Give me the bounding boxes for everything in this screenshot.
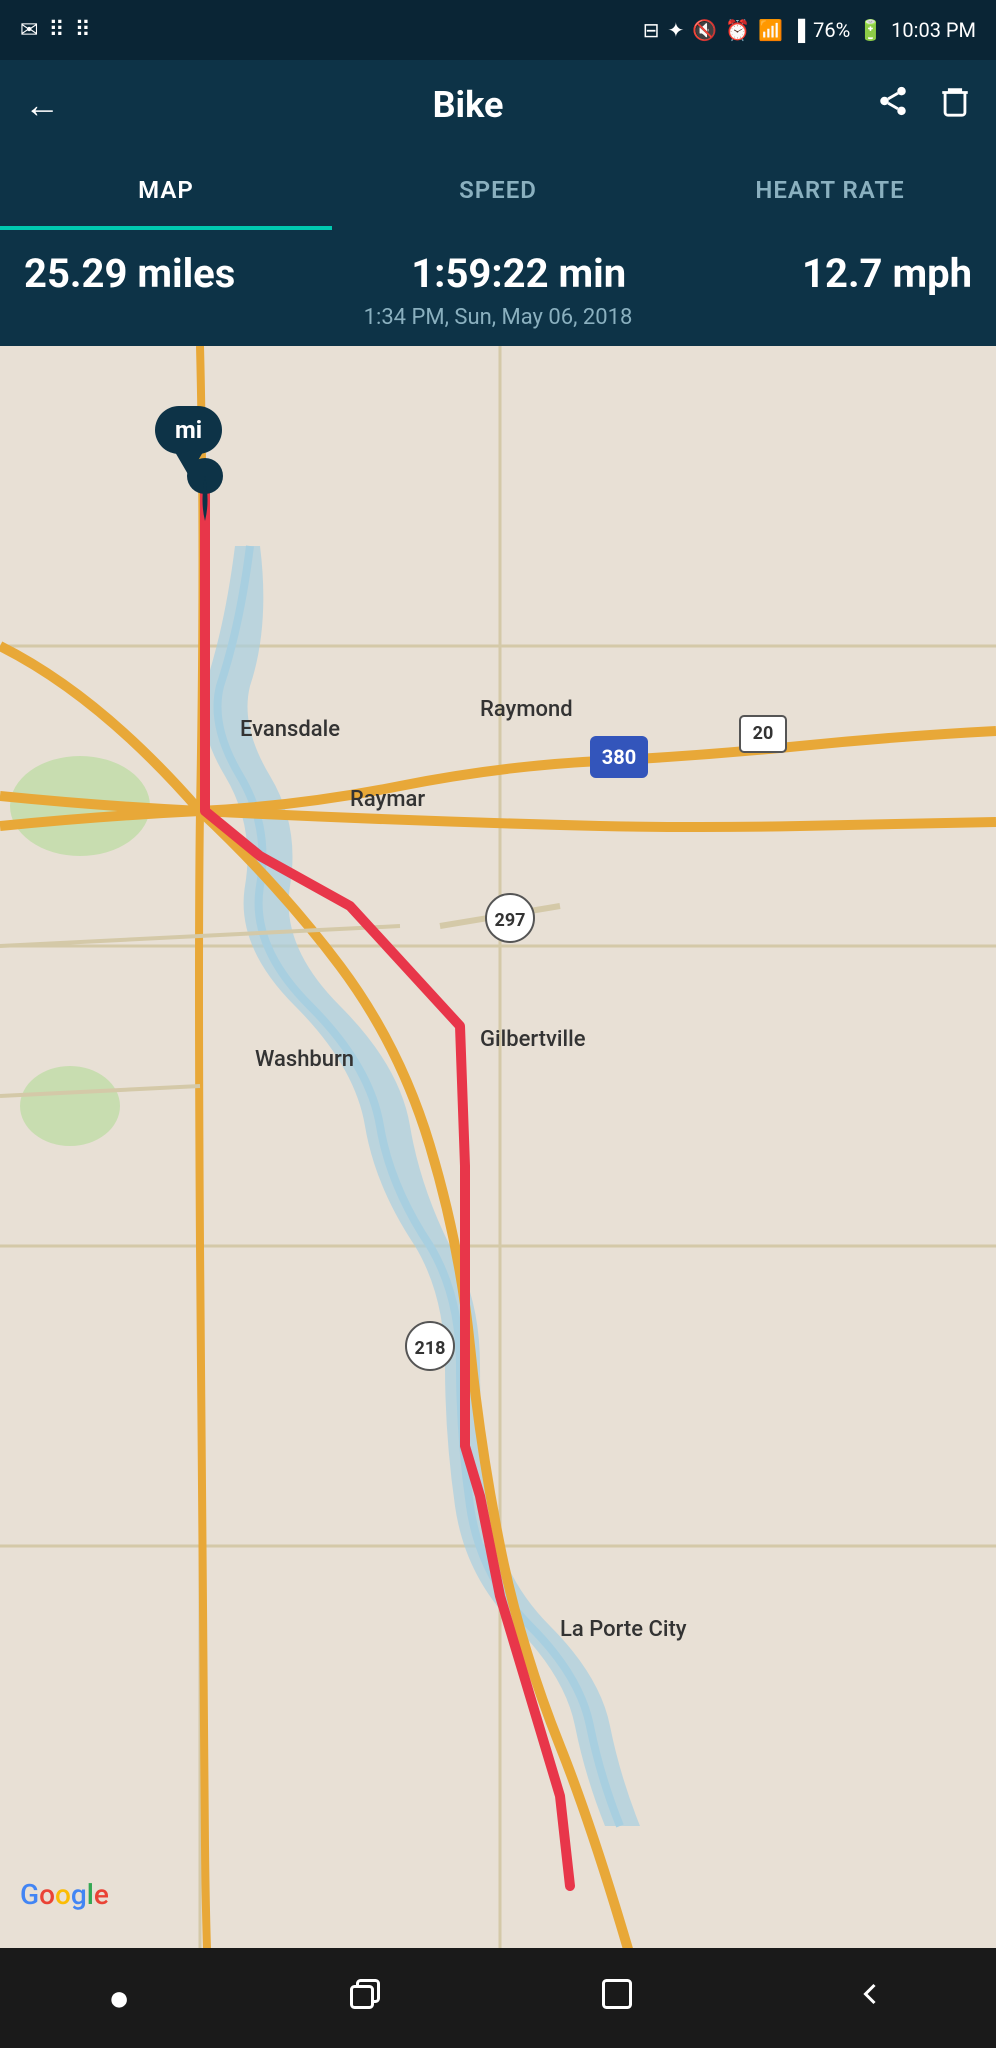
sd-icon: ⊟ — [643, 18, 660, 42]
map-svg: 380 297 218 20 Evansdale Raymond Raymar … — [0, 346, 996, 2026]
marker-label: mi — [155, 406, 222, 454]
time-display: 10:03 PM — [891, 18, 976, 42]
header: ← Bike — [0, 60, 996, 150]
status-left-icons: ✉ ⠿ ⠿ — [20, 18, 91, 43]
tab-heart-rate[interactable]: HEART RATE — [664, 150, 996, 230]
back-nav-button[interactable] — [852, 1976, 888, 2021]
stat-duration: 1:59:22 min — [411, 250, 626, 297]
nav-bar: ● — [0, 1948, 996, 2048]
svg-text:380: 380 — [602, 745, 636, 769]
grid-icon: ⠿ — [48, 18, 64, 43]
back-button[interactable]: ← — [24, 84, 60, 126]
svg-text:Raymar: Raymar — [350, 787, 425, 812]
circle-nav-button[interactable]: ● — [108, 1977, 130, 2019]
tab-map[interactable]: MAP — [0, 150, 332, 230]
header-actions — [876, 84, 972, 126]
stat-speed: 12.7 mph — [802, 250, 972, 297]
stats-bar: 25.29 miles 1:59:22 min 12.7 mph 1:34 PM… — [0, 230, 996, 346]
svg-text:Gilbertville: Gilbertville — [480, 1027, 586, 1052]
recent-apps-button[interactable] — [347, 1976, 383, 2020]
wifi-icon: 📶 — [758, 18, 783, 42]
home-button[interactable] — [599, 1976, 635, 2021]
delete-button[interactable] — [938, 84, 972, 126]
signal-icon: ▐ — [791, 18, 805, 43]
bluetooth-icon: ✦ — [667, 18, 684, 42]
svg-text:218: 218 — [415, 1338, 446, 1359]
google-g: G — [20, 1878, 39, 1911]
share-button[interactable] — [876, 84, 910, 126]
tab-speed[interactable]: SPEED — [332, 150, 664, 230]
page-title: Bike — [433, 84, 504, 126]
svg-text:297: 297 — [495, 910, 526, 931]
svg-text:Evansdale: Evansdale — [240, 717, 340, 742]
google-logo: Google — [20, 1878, 109, 1911]
tab-bar: MAP SPEED HEART RATE — [0, 150, 996, 230]
battery-level: 76% — [813, 18, 850, 42]
gmail-icon: ✉ — [20, 18, 38, 43]
stat-distance: 25.29 miles — [24, 250, 235, 297]
map-marker: mi — [155, 406, 222, 454]
alarm-icon: ⏰ — [725, 18, 750, 42]
map-container[interactable]: 380 297 218 20 Evansdale Raymond Raymar … — [0, 346, 996, 2026]
status-right-icons: ⊟ ✦ 🔇 ⏰ 📶 ▐ 76% 🔋 10:03 PM — [643, 18, 976, 43]
stat-datetime: 1:34 PM, Sun, May 06, 2018 — [24, 305, 972, 330]
dots-icon: ⠿ — [75, 18, 91, 43]
status-bar: ✉ ⠿ ⠿ ⊟ ✦ 🔇 ⏰ 📶 ▐ 76% 🔋 10:03 PM — [0, 0, 996, 60]
svg-text:20: 20 — [753, 723, 774, 744]
svg-text:Raymond: Raymond — [480, 697, 573, 722]
battery-icon: 🔋 — [858, 18, 883, 42]
mute-icon: 🔇 — [692, 18, 717, 42]
svg-text:La Porte City: La Porte City — [560, 1617, 687, 1642]
svg-text:Washburn: Washburn — [255, 1047, 354, 1072]
